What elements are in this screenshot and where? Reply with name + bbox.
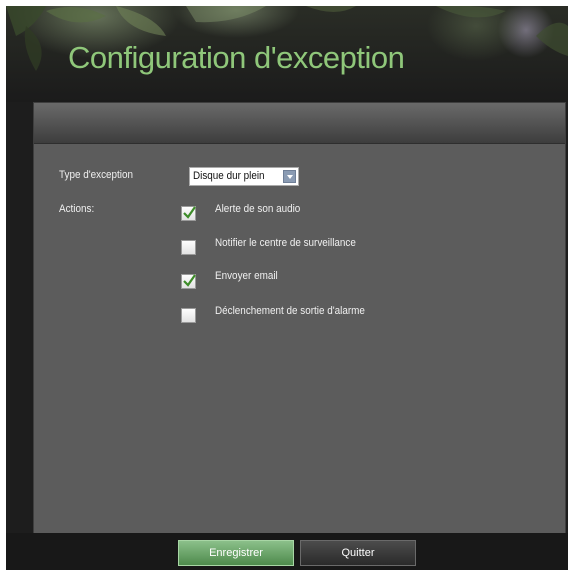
checkmark-icon [183,206,196,219]
alarm-output-label: Déclenchement de sortie d'alarme [215,305,365,317]
exception-type-select[interactable]: Disque dur plein [189,167,299,186]
header-banner: Configuration d'exception [6,6,568,102]
send-email-checkbox[interactable] [181,274,196,289]
exception-type-label: Type d'exception [59,169,133,181]
exception-type-value: Disque dur plein [193,170,265,182]
audio-alert-label: Alerte de son audio [215,203,301,215]
notify-center-checkbox[interactable] [181,240,196,255]
notify-center-label: Notifier le centre de surveillance [215,237,356,249]
alarm-output-checkbox[interactable] [181,308,196,323]
checkmark-icon [183,274,196,287]
send-email-label: Envoyer email [215,270,278,282]
quit-button[interactable]: Quitter [300,540,416,566]
settings-panel: Type d'exception Disque dur plein Action… [33,102,566,534]
audio-alert-checkbox[interactable] [181,206,196,221]
panel-header-bar [34,103,565,144]
save-button[interactable]: Enregistrer [178,540,294,566]
page-title: Configuration d'exception [68,40,405,75]
exception-config-window: Configuration d'exception Type d'excepti… [6,6,568,570]
actions-label: Actions: [59,203,95,215]
chevron-down-icon[interactable] [283,170,296,183]
